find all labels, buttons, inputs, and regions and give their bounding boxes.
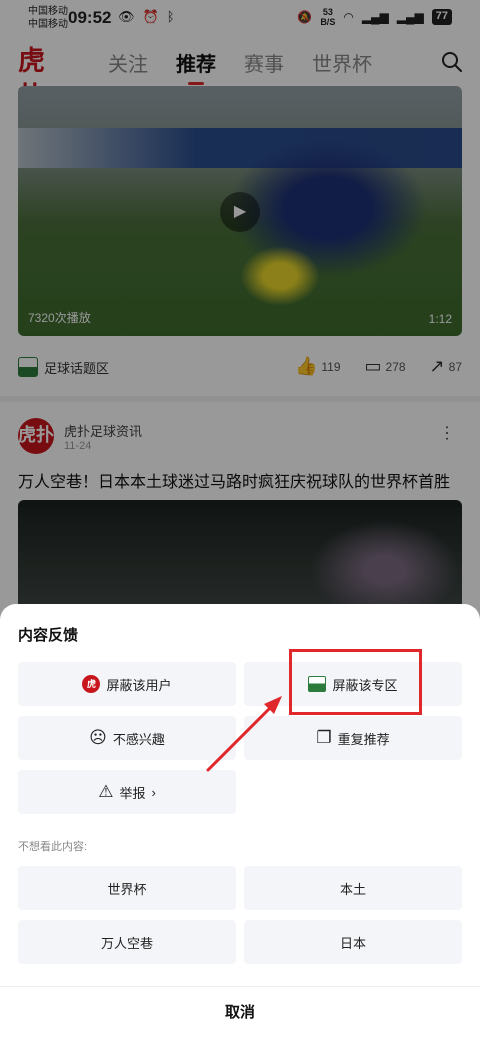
highlight-box (289, 649, 422, 715)
user-avatar-icon: 虎 (82, 675, 101, 693)
tags-subtitle: 不想看此内容: (18, 841, 88, 853)
duplicate-label: 重复推荐 (337, 731, 390, 747)
sheet-title: 内容反馈 (18, 627, 79, 644)
tag-label: 世界杯 (107, 881, 147, 897)
sad-face-icon: ☹ (89, 728, 107, 747)
cancel-button[interactable]: 取消 (0, 986, 480, 1040)
not-interested-label: 不感兴趣 (112, 731, 165, 747)
warning-icon: ⚠ (98, 782, 114, 801)
tag-button[interactable]: 本土 (244, 866, 462, 910)
chevron-right-icon: › (151, 784, 156, 800)
tag-label: 日本 (339, 935, 366, 951)
tag-button[interactable]: 世界杯 (18, 866, 236, 910)
report-label: 举报 (119, 785, 146, 801)
arrow-icon (206, 696, 282, 772)
copy-icon: ❐ (316, 728, 332, 747)
tag-label: 万人空巷 (100, 935, 153, 951)
tag-button[interactable]: 日本 (244, 920, 462, 964)
tag-button[interactable]: 万人空巷 (18, 920, 236, 964)
tag-label: 本土 (339, 881, 366, 897)
block-user-label: 屏蔽该用户 (106, 677, 172, 693)
